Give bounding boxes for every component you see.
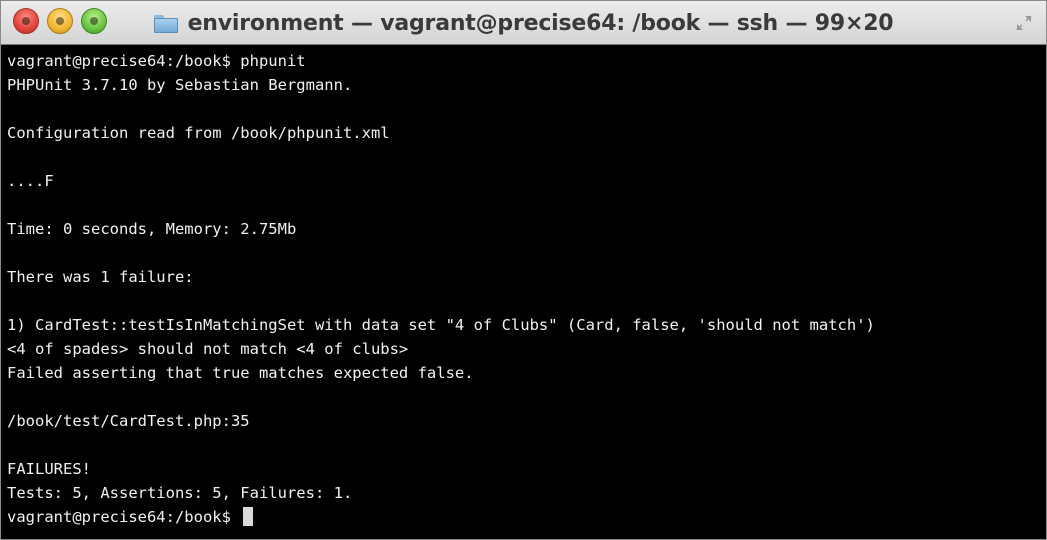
- text-cursor: [243, 507, 254, 526]
- prompt-line[interactable]: vagrant@precise64:/book$: [7, 505, 1040, 529]
- terminal-line: PHPUnit 3.7.10 by Sebastian Bergmann.: [7, 76, 353, 94]
- terminal-line: <4 of spades> should not match <4 of clu…: [7, 340, 409, 358]
- terminal-line: vagrant@precise64:/book$ phpunit: [7, 52, 306, 70]
- window-title-area: environment — vagrant@precise64: /book —…: [1, 1, 1046, 45]
- shell-prompt: vagrant@precise64:/book$: [7, 508, 241, 526]
- terminal-output[interactable]: vagrant@precise64:/book$ phpunit PHPUnit…: [1, 45, 1046, 539]
- terminal-line: Configuration read from /book/phpunit.xm…: [7, 124, 390, 142]
- title-bar[interactable]: environment — vagrant@precise64: /book —…: [1, 1, 1046, 45]
- terminal-line: /book/test/CardTest.php:35: [7, 412, 250, 430]
- terminal-line: Time: 0 seconds, Memory: 2.75Mb: [7, 220, 297, 238]
- terminal-line: Failed asserting that true matches expec…: [7, 364, 474, 382]
- terminal-line: There was 1 failure:: [7, 268, 194, 286]
- terminal-line: ....F: [7, 172, 54, 190]
- fullscreen-icon[interactable]: [1016, 15, 1032, 31]
- terminal-line: 1) CardTest::testIsInMatchingSet with da…: [7, 316, 875, 334]
- window-title: environment — vagrant@precise64: /book —…: [187, 10, 894, 36]
- terminal-line: Tests: 5, Assertions: 5, Failures: 1.: [7, 484, 353, 502]
- terminal-window: environment — vagrant@precise64: /book —…: [0, 0, 1047, 540]
- terminal-line: FAILURES!: [7, 460, 91, 478]
- folder-icon: [153, 15, 178, 33]
